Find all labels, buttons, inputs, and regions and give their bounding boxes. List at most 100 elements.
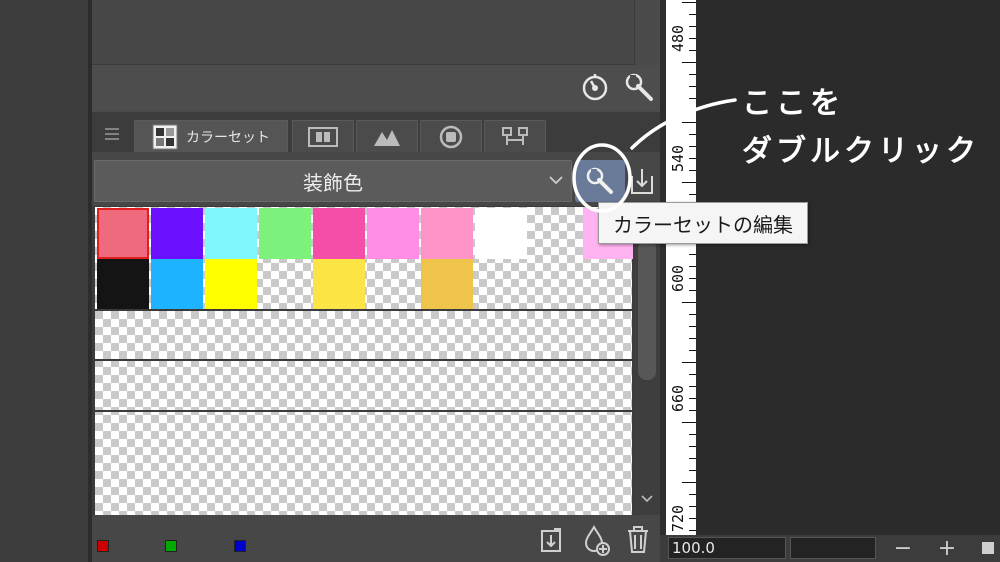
ruler-tick	[689, 398, 696, 399]
swatch-row-divider	[95, 410, 632, 412]
ruler-tick	[689, 158, 696, 159]
wrench-icon	[586, 167, 613, 194]
tab-color-set[interactable]: カラーセット	[134, 120, 288, 152]
ruler-tick	[682, 482, 696, 483]
recent-color-swatch[interactable]	[234, 540, 246, 552]
vertical-ruler: 480 540 600 660 720	[666, 0, 696, 535]
circle-frame-icon	[439, 125, 463, 148]
ruler-tick	[682, 62, 696, 63]
annotation-text-line2: ダブルクリック	[742, 134, 980, 169]
color-swatch[interactable]	[205, 208, 257, 259]
ruler-tick	[689, 50, 696, 51]
upper-panel-footer	[92, 65, 660, 110]
scrollbar-thumb[interactable]	[638, 240, 656, 380]
ruler-tick	[689, 134, 696, 135]
ruler-tick	[689, 98, 696, 99]
ruler-tick	[689, 146, 696, 147]
ruler-tick	[689, 506, 696, 507]
ruler-tick	[689, 38, 696, 39]
color-set-dropdown[interactable]: 装飾色	[94, 160, 572, 202]
ruler-tick	[689, 314, 696, 315]
color-swatch[interactable]	[367, 208, 419, 259]
ruler-label: 480	[669, 24, 687, 52]
zoom-slider[interactable]	[790, 537, 876, 559]
color-set-name: 装飾色	[303, 170, 363, 195]
ruler-tick	[689, 434, 696, 435]
import-set-icon	[541, 528, 561, 552]
color-swatch[interactable]	[475, 208, 527, 259]
zoom-out-button[interactable]: −	[892, 536, 914, 561]
film-icon	[308, 126, 338, 147]
ruler-tick	[689, 518, 696, 519]
ruler-tick	[689, 170, 696, 171]
ruler-tick	[689, 278, 696, 279]
ruler-label: 660	[669, 384, 687, 412]
nodes-icon	[502, 126, 528, 145]
ruler-tick	[689, 194, 696, 195]
color-swatch[interactable]	[421, 208, 473, 259]
tool-settings-button[interactable]	[622, 70, 656, 104]
ruler-tick	[682, 182, 696, 183]
color-swatch[interactable]	[313, 208, 365, 259]
wrench-icon	[625, 73, 653, 101]
ruler-tick	[682, 362, 696, 363]
ruler-tick	[689, 254, 696, 255]
color-swatch[interactable]	[151, 208, 203, 259]
edit-color-set-button[interactable]	[575, 160, 625, 202]
import-color-set-button[interactable]	[626, 162, 658, 200]
color-swatch[interactable]	[259, 208, 311, 259]
tab-color-set-label: カラーセット	[186, 129, 270, 146]
tab-sub-tool[interactable]	[484, 120, 546, 152]
ruler-tick	[689, 26, 696, 27]
import-icon	[631, 169, 653, 194]
add-color-button[interactable]	[580, 522, 612, 558]
color-swatch[interactable]	[313, 259, 365, 310]
ruler-tick	[682, 422, 696, 423]
zoom-fit-button[interactable]	[982, 542, 994, 554]
ruler-label: 720	[669, 504, 687, 532]
register-color-button[interactable]	[536, 522, 568, 558]
ruler-tick	[689, 74, 696, 75]
annotation-text-line1: ここを	[742, 86, 844, 121]
ruler-tick	[689, 266, 696, 267]
ruler-tick	[689, 530, 696, 531]
ruler-tick	[689, 494, 696, 495]
upper-panel-content	[92, 0, 635, 65]
tab-layer-property[interactable]	[356, 120, 418, 152]
ruler-tick	[689, 446, 696, 447]
chevron-down-icon	[549, 176, 563, 185]
color-swatch[interactable]	[97, 259, 149, 310]
swatch-row-divider	[95, 359, 632, 361]
tab-animation[interactable]	[292, 120, 354, 152]
timer-settings-button[interactable]	[578, 70, 612, 104]
recent-color-swatch[interactable]	[165, 540, 177, 552]
delete-color-button[interactable]	[622, 522, 654, 558]
zoom-input[interactable]: 100.0	[668, 537, 786, 559]
ruler-tick	[689, 458, 696, 459]
chevron-down-icon[interactable]	[640, 492, 654, 506]
panel-menu-button[interactable]	[102, 124, 122, 144]
trash-icon	[628, 526, 648, 553]
ruler-tick	[689, 326, 696, 327]
ruler-tick	[689, 290, 696, 291]
zoom-in-button[interactable]: +	[936, 536, 958, 561]
color-swatch[interactable]	[97, 208, 149, 259]
color-swatch[interactable]	[205, 259, 257, 310]
ruler-tick	[689, 470, 696, 471]
ruler-tick	[682, 122, 696, 123]
recent-color-swatch[interactable]	[97, 540, 109, 552]
ruler-tick	[682, 2, 696, 3]
ruler-tick	[689, 110, 696, 111]
ruler-tick	[689, 86, 696, 87]
tab-navigator[interactable]	[420, 120, 482, 152]
ruler-tick	[689, 14, 696, 15]
ruler-tick	[689, 350, 696, 351]
tooltip: カラーセットの編集	[598, 202, 808, 244]
ruler-tick	[689, 338, 696, 339]
color-swatch[interactable]	[421, 259, 473, 310]
hamburger-icon	[105, 128, 119, 140]
color-swatch[interactable]	[151, 259, 203, 310]
mountain-icon	[374, 129, 400, 146]
ruler-tick	[689, 410, 696, 411]
ruler-tick	[682, 302, 696, 303]
